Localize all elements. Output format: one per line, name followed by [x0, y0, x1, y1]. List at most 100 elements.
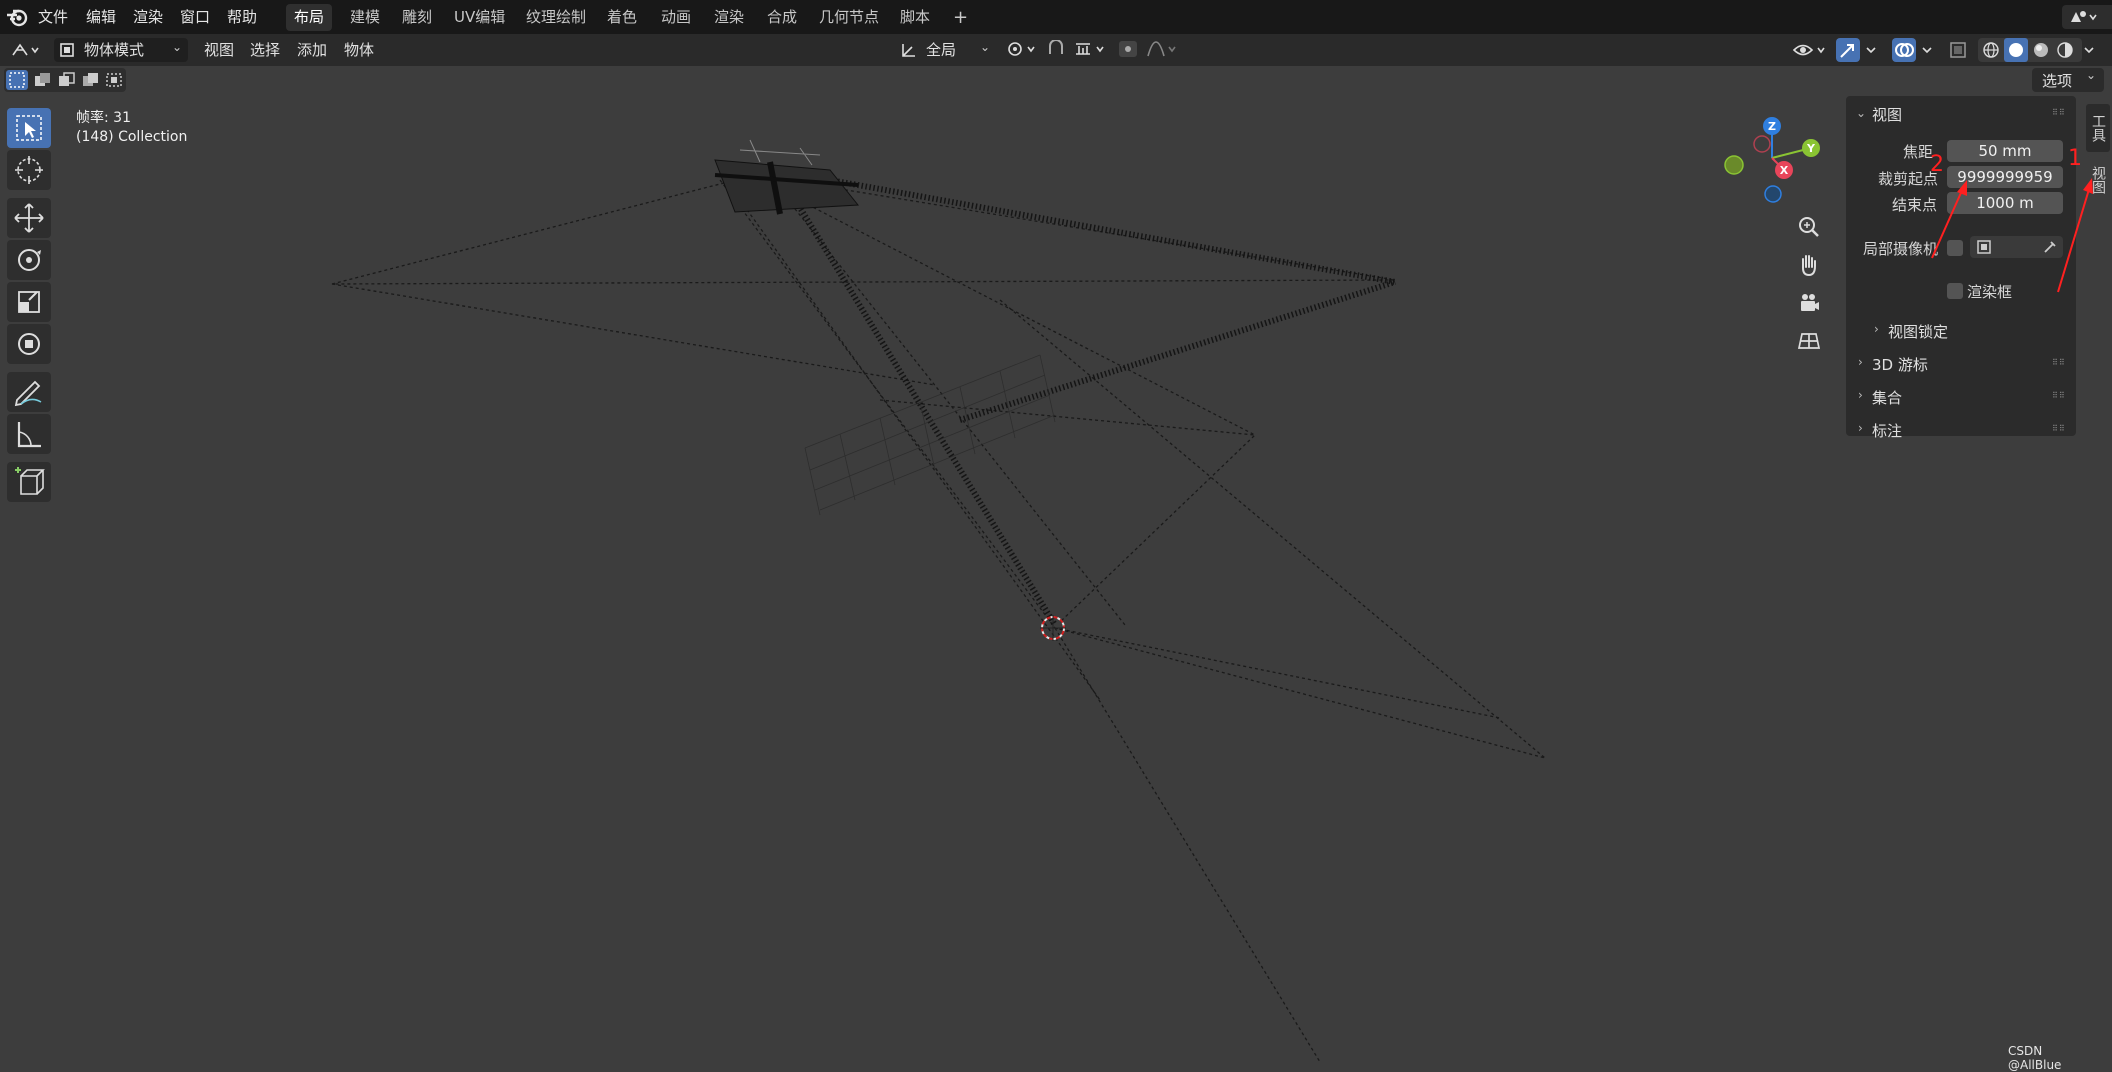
3d-viewport[interactable]: 帧率: 31 (148) Collection Z Y X CSDN @AllB… — [0, 66, 2084, 1072]
drag-handle-icon[interactable]: ⠿⠿ — [2052, 391, 2068, 400]
tab-shading[interactable]: 着色 — [599, 4, 645, 31]
gizmo-icon — [1840, 44, 1854, 58]
gizmo-y-label: Y — [1806, 142, 1816, 155]
cursor-tool[interactable] — [7, 150, 51, 190]
material-shading-icon[interactable] — [2032, 41, 2050, 59]
mode-label: 物体模式 — [84, 41, 145, 59]
visibility-icon[interactable] — [1792, 39, 1828, 61]
collections-section-header[interactable]: 集合 — [1872, 387, 1902, 408]
drag-handle-icon[interactable]: ⠿⠿ — [2052, 424, 2068, 433]
chevron-down-icon: ⌄ — [980, 40, 991, 54]
menu-render[interactable]: 渲染 — [133, 0, 163, 34]
scale-tool[interactable] — [7, 282, 51, 322]
chevron-down-icon[interactable] — [2082, 42, 2096, 58]
tab-uv-editing[interactable]: UV编辑 — [446, 4, 513, 31]
tab-animation[interactable]: 动画 — [653, 4, 699, 31]
select-invert-icon[interactable] — [80, 70, 100, 90]
zoom-button[interactable] — [1792, 210, 1826, 244]
gizmo-toggle-button[interactable] — [1836, 38, 1860, 62]
chevron-right-icon[interactable]: › — [1858, 421, 1863, 435]
watermark-text: CSDN @AllBlue — [2008, 1044, 2062, 1072]
menu-edit[interactable]: 编辑 — [86, 0, 116, 34]
chevron-right-icon[interactable]: › — [1874, 322, 1879, 336]
tab-modeling[interactable]: 建模 — [342, 4, 388, 31]
annotate-tool[interactable] — [7, 372, 51, 412]
select-intersect-icon[interactable] — [104, 70, 124, 90]
tab-texture-paint[interactable]: 纹理绘制 — [518, 4, 594, 31]
select-box-tool[interactable] — [7, 108, 51, 148]
solid-shading-button[interactable] — [2004, 38, 2028, 62]
scene-wireframe — [331, 139, 1546, 1063]
camera-view-button[interactable] — [1792, 286, 1826, 320]
select-extend-icon[interactable] — [32, 70, 52, 90]
header-menu-add[interactable]: 添加 — [297, 34, 327, 66]
rotate-tool[interactable] — [7, 240, 51, 280]
annotations-section-header[interactable]: 标注 — [1872, 420, 1902, 441]
chevron-down-icon[interactable]: ⌄ — [1856, 106, 1866, 120]
chevron-down-icon: ⌄ — [172, 40, 183, 54]
select-new-icon — [9, 72, 25, 88]
rendered-shading-icon[interactable] — [2056, 41, 2074, 59]
select-mode-row — [4, 68, 126, 92]
pan-button[interactable] — [1792, 248, 1826, 282]
gizmo-x-label: X — [1780, 164, 1789, 177]
tab-rendering[interactable]: 渲染 — [706, 4, 752, 31]
measure-tool[interactable] — [7, 414, 51, 454]
view-section-header[interactable]: 视图 — [1872, 104, 1902, 125]
mode-dropdown[interactable]: 物体模式 ⌄ — [54, 38, 188, 62]
zoom-icon — [1799, 217, 1819, 237]
move-tool[interactable] — [7, 198, 51, 238]
xray-toggle-icon[interactable] — [1948, 40, 1968, 60]
select-new-button[interactable] — [6, 70, 28, 90]
add-cube-tool[interactable] — [7, 462, 51, 502]
collection-label: (148) Collection — [76, 129, 188, 145]
add-workspace-button[interactable]: + — [945, 4, 976, 31]
drag-handle-icon[interactable]: ⠿⠿ — [2052, 108, 2068, 117]
perspective-toggle-button[interactable] — [1792, 324, 1826, 358]
chevron-right-icon[interactable]: › — [1858, 355, 1863, 369]
view-lock-subpanel[interactable]: 视图锁定 — [1888, 321, 1948, 342]
transform-tool[interactable] — [7, 324, 51, 364]
menu-file[interactable]: 文件 — [38, 0, 68, 34]
fps-label: 帧率: 31 — [76, 110, 131, 126]
tab-scripting[interactable]: 脚本 — [892, 4, 938, 31]
overlay-toggle-button[interactable] — [1892, 38, 1916, 62]
header-menu-object[interactable]: 物体 — [344, 34, 374, 66]
snap-target-icon[interactable] — [1074, 40, 1110, 58]
tab-sculpting[interactable]: 雕刻 — [394, 4, 440, 31]
solid-shading-icon — [2009, 43, 2023, 57]
menu-help[interactable]: 帮助 — [227, 0, 257, 34]
tab-geometry-nodes[interactable]: 几何节点 — [811, 4, 887, 31]
object-mode-icon — [60, 43, 74, 57]
select-subtract-icon[interactable] — [56, 70, 76, 90]
blender-logo-icon[interactable] — [5, 5, 29, 29]
scene-icon — [2071, 11, 2097, 22]
falloff-icon[interactable] — [1146, 40, 1180, 58]
header-menu-view[interactable]: 视图 — [204, 34, 234, 66]
chevron-down-icon[interactable] — [1864, 42, 1878, 58]
snap-icon[interactable] — [1046, 40, 1068, 58]
menu-window[interactable]: 窗口 — [180, 0, 210, 34]
scene-selector[interactable] — [2062, 5, 2112, 29]
transform-icon — [18, 333, 40, 355]
proportional-edit-icon[interactable] — [1118, 40, 1138, 58]
editor-type-dropdown[interactable] — [6, 38, 48, 62]
orientation-icon — [902, 44, 915, 57]
header-menu-select[interactable]: 选择 — [250, 34, 280, 66]
tab-layout[interactable]: 布局 — [286, 4, 333, 31]
pivot-point-icon[interactable] — [1006, 40, 1040, 58]
transform-orientation-dropdown[interactable]: 全局 ⌄ — [898, 38, 994, 62]
navigation-gizmo[interactable]: Z Y X — [1716, 110, 1826, 210]
chevron-down-icon: ⌄ — [2086, 68, 2097, 82]
add-cube-icon — [15, 467, 45, 495]
annotation-number-1: 1 — [2068, 146, 2082, 171]
3d-cursor-section-header[interactable]: 3D 游标 — [1872, 354, 1928, 375]
chevron-down-icon[interactable] — [1920, 42, 1934, 58]
wireframe-shading-icon[interactable] — [1982, 41, 2000, 59]
chevron-right-icon[interactable]: › — [1858, 388, 1863, 402]
sidebar-tab-tool[interactable]: 工具 — [2086, 104, 2110, 152]
tab-compositing[interactable]: 合成 — [759, 4, 805, 31]
drag-handle-icon[interactable]: ⠿⠿ — [2052, 358, 2068, 367]
options-dropdown[interactable]: 选项 ⌄ — [2032, 68, 2104, 92]
annotate-pencil-icon — [14, 380, 42, 407]
